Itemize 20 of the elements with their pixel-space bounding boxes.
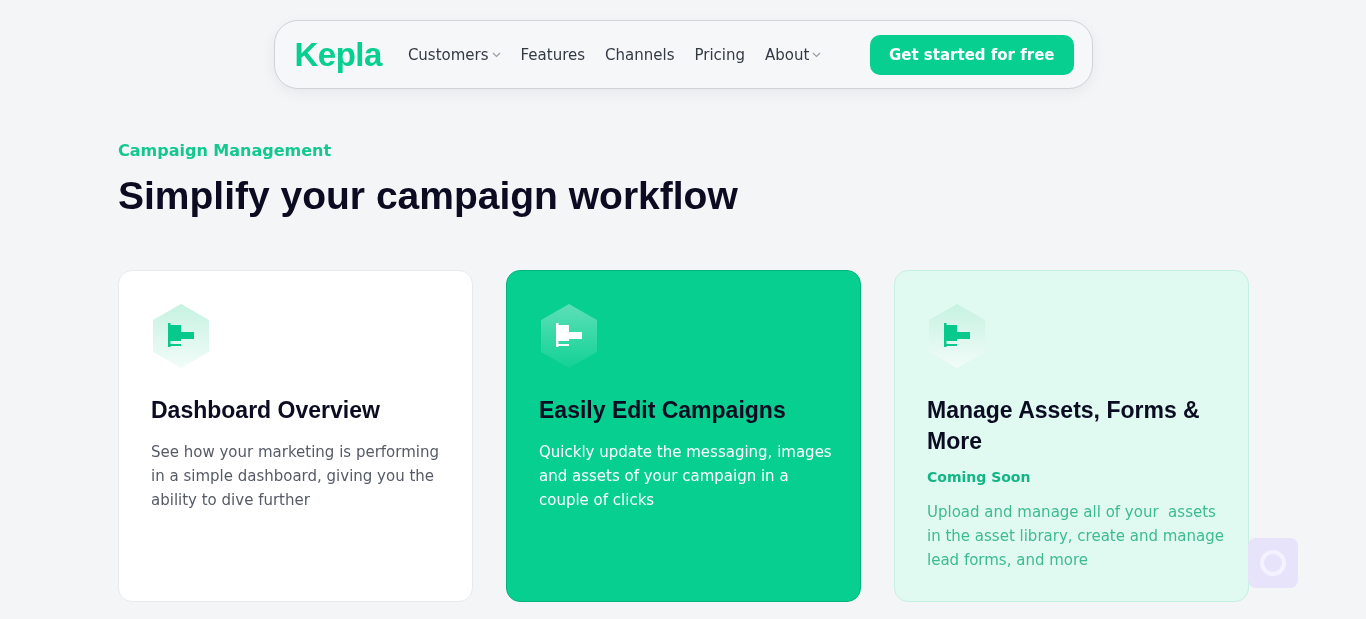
nav-link[interactable]: Features — [520, 45, 586, 64]
card-title: Easily Edit Campaigns — [539, 396, 787, 425]
hexagon-chart-icon — [539, 303, 599, 369]
card-title: Manage Assets, Forms & More — [927, 396, 1201, 456]
nav-link[interactable]: Channels — [605, 45, 675, 64]
nav-link[interactable]: Customers — [407, 45, 501, 64]
caret-icon — [491, 51, 501, 58]
card-description: Upload and manage all of your assets in the asset library, create and manage lead forms, and more — [927, 502, 1225, 571]
nav-link[interactable]: About — [765, 45, 822, 64]
coming-soon-label: Coming Soon — [927, 469, 1031, 485]
card-description: See how your marketing is performing in a simple dashboard, giving you the ability to dive further — [151, 442, 440, 511]
assistant-button[interactable] — [1248, 538, 1298, 588]
hexagon-chart-icon — [927, 303, 987, 369]
nav-link[interactable]: Pricing — [694, 45, 746, 64]
card-title: Dashboard Overview — [151, 396, 381, 425]
hexagon-chart-icon — [151, 303, 211, 369]
card-description: Quickly update the messaging, images and assets of your campaign in a couple of clicks — [539, 442, 833, 511]
section-title: Simplify your campaign workflow — [118, 174, 739, 218]
caret-icon — [812, 51, 822, 58]
section-eyebrow: Campaign Management — [118, 141, 332, 160]
